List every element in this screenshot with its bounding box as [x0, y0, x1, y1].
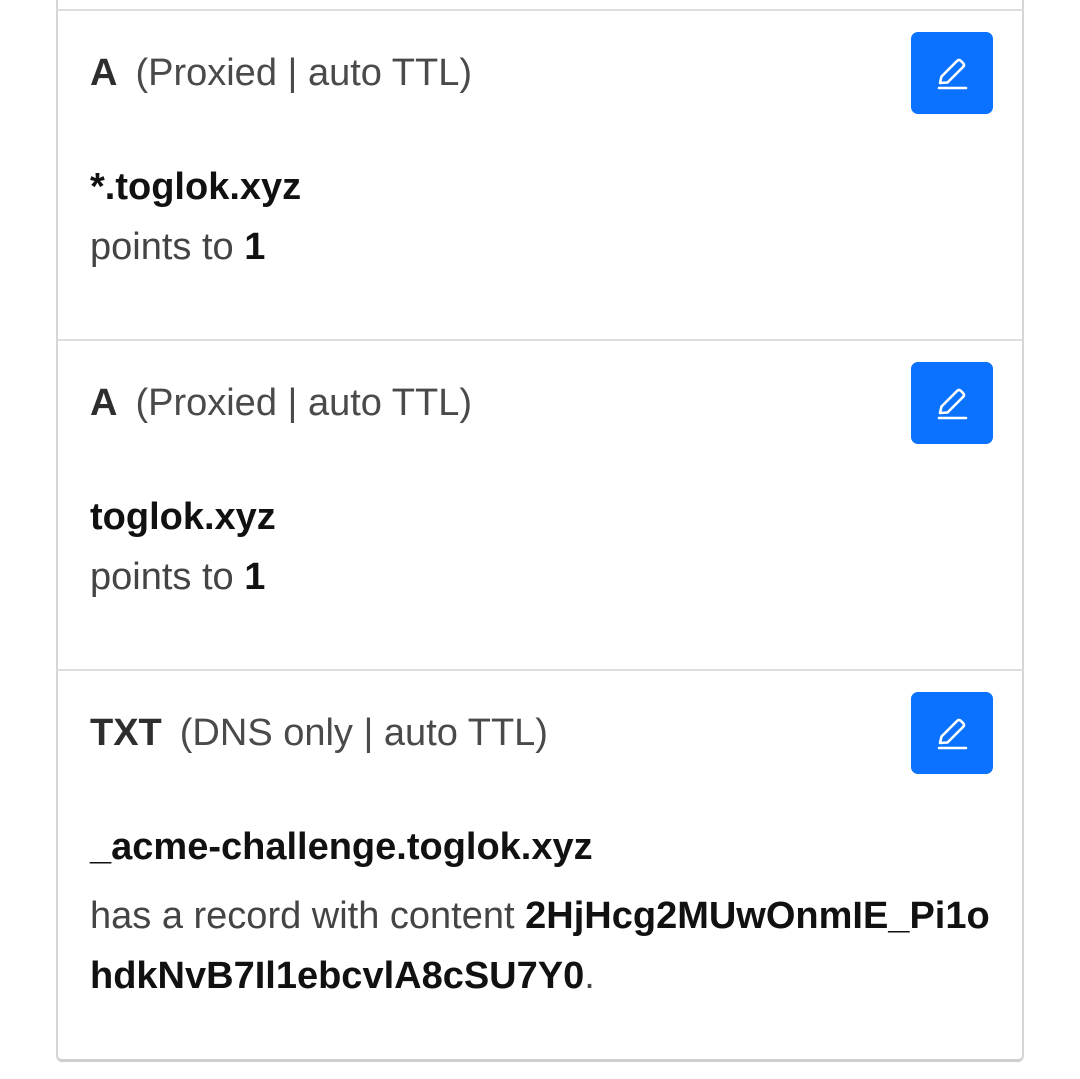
record-type: A [90, 382, 118, 424]
edit-record-button[interactable] [911, 32, 993, 114]
pencil-icon [937, 718, 968, 750]
dns-record-card: A (Proxied | auto TTL) toglok.xyz points … [58, 341, 1022, 671]
record-name: _acme-challenge.toglok.xyz [90, 826, 593, 868]
record-proxy-ttl: (DNS only | auto TTL) [179, 712, 548, 754]
redacted-region [265, 561, 416, 596]
record-target-value: 1 [244, 556, 266, 598]
pencil-icon [937, 58, 968, 90]
record-target: points to 1 [90, 225, 416, 269]
pencil-icon [937, 388, 968, 420]
record-name: toglok.xyz [90, 496, 276, 538]
record-target: points to 1 [90, 555, 416, 599]
record-content-suffix: . [584, 955, 595, 997]
record-type: A [90, 52, 118, 94]
record-type: TXT [90, 712, 162, 754]
record-header: A (Proxied | auto TTL) [90, 51, 472, 95]
record-content-label: has a record with content [90, 895, 515, 937]
dns-record-card: TXT (DNS only | auto TTL) _acme-challenge… [58, 671, 1022, 1059]
record-target-label: points to [90, 556, 234, 598]
record-proxy-ttl: (Proxied | auto TTL) [135, 52, 472, 94]
record-proxy-ttl: (Proxied | auto TTL) [135, 382, 472, 424]
record-target-value: 1 [244, 226, 266, 268]
edit-record-button[interactable] [911, 692, 993, 774]
record-header: A (Proxied | auto TTL) [90, 381, 472, 425]
edit-record-button[interactable] [911, 362, 993, 444]
record-name: *.toglok.xyz [90, 166, 302, 208]
redacted-region [265, 231, 416, 266]
dns-record-card: A (Proxied | auto TTL) *.toglok.xyz point… [58, 11, 1022, 341]
record-target-label: points to [90, 226, 234, 268]
record-content: has a record with content 2HjHcg2MUwOnmI… [90, 886, 1000, 1006]
dns-records-list: A (Proxied | auto TTL) *.toglok.xyz point… [56, 0, 1024, 1062]
record-header: TXT (DNS only | auto TTL) [90, 711, 548, 755]
